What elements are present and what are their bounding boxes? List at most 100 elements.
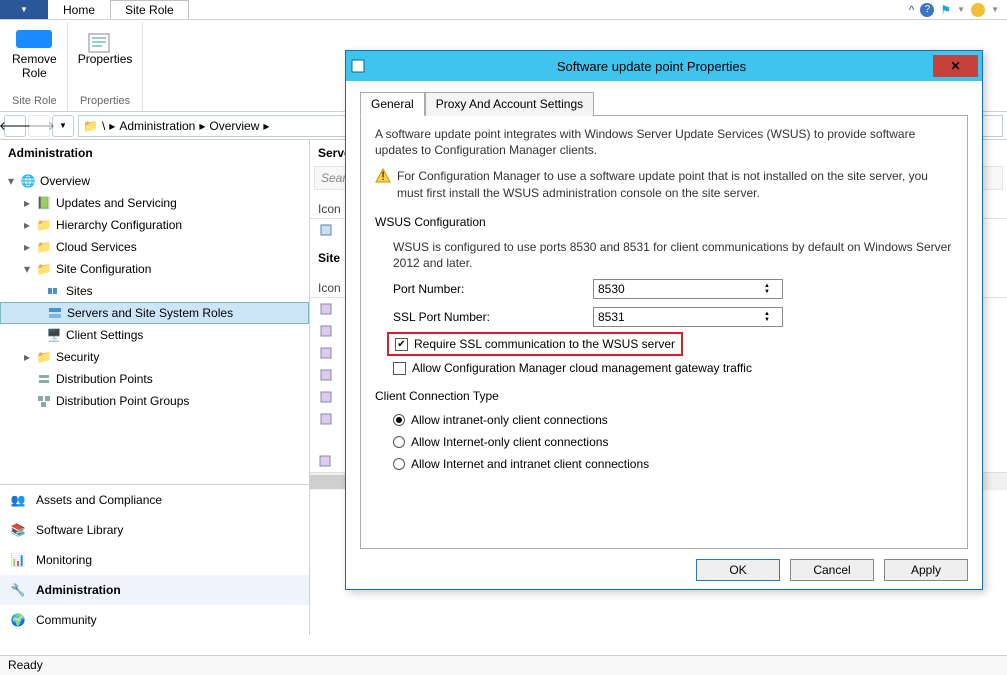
chevron-right-icon: ▸ — [263, 119, 269, 133]
radio-icon — [393, 436, 405, 448]
chevron-right-icon: ▸ — [199, 119, 205, 133]
tree-label: Hierarchy Configuration — [56, 218, 182, 232]
nav-forward-button[interactable]: 🡒 — [28, 115, 50, 137]
warning-icon: ! — [375, 168, 391, 184]
dpg-icon — [36, 393, 52, 409]
server-icon — [318, 222, 334, 238]
breadcrumb-seg-2[interactable]: Overview — [209, 119, 259, 133]
nav-up-button[interactable]: ▼ — [52, 115, 74, 137]
tree-client[interactable]: 🖥️Client Settings — [0, 324, 309, 346]
radio-label: Allow Internet-only client connections — [411, 435, 608, 449]
checkbox-checked-icon: ✔ — [395, 338, 408, 351]
ssl-port-value: 8531 — [598, 310, 625, 324]
ribbon-group-properties: Properties — [80, 95, 130, 109]
wsus-header: WSUS Configuration — [375, 215, 953, 229]
tree-sites[interactable]: Sites — [0, 280, 309, 302]
radio-internet-only[interactable]: Allow Internet-only client connections — [393, 435, 953, 449]
tree-label: Security — [56, 350, 99, 364]
system-menu[interactable]: ▼ — [0, 0, 48, 19]
apply-button[interactable]: Apply — [884, 559, 968, 581]
tree-cloud[interactable]: ▸📁Cloud Services — [0, 236, 309, 258]
tree-label: Site Configuration — [56, 262, 151, 276]
tab-home[interactable]: Home — [48, 0, 110, 19]
tree-dpg[interactable]: Distribution Point Groups — [0, 390, 309, 412]
workspace-label: Assets and Compliance — [36, 493, 162, 507]
remove-role-label: Remove Role — [12, 52, 57, 80]
smile-dropdown-icon[interactable]: ▼ — [991, 5, 999, 14]
workspace-label: Community — [36, 613, 97, 627]
radio-label: Allow Internet and intranet client conne… — [411, 457, 649, 471]
dialog-icon — [346, 59, 370, 73]
tree-label: Overview — [40, 174, 90, 188]
breadcrumb-root-icon: 📁 — [83, 119, 98, 133]
radio-selected-icon — [393, 414, 405, 426]
ssl-port-input[interactable]: 8531 ▲▼ — [593, 307, 783, 327]
remove-role-button[interactable]: Remove Role — [8, 24, 61, 82]
expand-ribbon-icon[interactable]: ^ — [909, 3, 915, 17]
properties-label: Properties — [78, 52, 133, 66]
tree-updates[interactable]: ▸📗Updates and Servicing — [0, 192, 309, 214]
tree-overview[interactable]: ▾🌐Overview — [0, 170, 309, 192]
properties-button[interactable]: Properties — [74, 24, 137, 68]
tree-dp[interactable]: Distribution Points — [0, 368, 309, 390]
allow-gateway-checkbox[interactable]: Allow Configuration Manager cloud manage… — [393, 361, 953, 375]
chevron-right-icon: ▸ — [109, 119, 115, 133]
remove-role-icon — [16, 30, 52, 48]
breadcrumb-seg-1[interactable]: Administration — [119, 119, 195, 133]
workspace-label: Administration — [36, 583, 121, 597]
help-icon[interactable]: ? — [920, 3, 934, 17]
dialog-tab-proxy[interactable]: Proxy And Account Settings — [425, 92, 594, 116]
tree-hierarchy[interactable]: ▸📁Hierarchy Configuration — [0, 214, 309, 236]
tree-label: Client Settings — [66, 328, 143, 342]
dp-icon — [36, 371, 52, 387]
properties-dialog: Software update point Properties ✕ Gener… — [345, 50, 983, 590]
workspace-assets[interactable]: 👥Assets and Compliance — [0, 485, 309, 515]
dialog-warning: For Configuration Manager to use a softw… — [397, 168, 953, 200]
port-input[interactable]: 8530▲▼ — [593, 279, 783, 299]
checkbox-unchecked-icon — [393, 362, 406, 375]
workspace-swlib[interactable]: 📚Software Library — [0, 515, 309, 545]
servers-icon — [47, 305, 63, 321]
cancel-button[interactable]: Cancel — [790, 559, 874, 581]
require-ssl-label: Require SSL communication to the WSUS se… — [414, 337, 675, 351]
ssl-port-label: SSL Port Number: — [393, 310, 593, 324]
tree-label: Sites — [66, 284, 93, 298]
close-button[interactable]: ✕ — [933, 55, 978, 77]
svg-text:!: ! — [381, 169, 384, 183]
tab-site-role[interactable]: Site Role — [110, 0, 189, 19]
tree-siteconfig[interactable]: ▾📁Site Configuration — [0, 258, 309, 280]
highlighted-option: ✔ Require SSL communication to the WSUS s… — [387, 332, 683, 356]
workspace-monitor[interactable]: 📊Monitoring — [0, 545, 309, 575]
workspace-label: Monitoring — [36, 553, 92, 567]
tree-label: Distribution Point Groups — [56, 394, 189, 408]
smile-icon[interactable] — [971, 3, 985, 17]
sites-icon — [46, 283, 62, 299]
dialog-tab-general[interactable]: General — [360, 92, 425, 116]
feedback-flag-icon[interactable]: ⚑ — [940, 3, 951, 17]
radio-label: Allow intranet-only client connections — [411, 413, 608, 427]
tree-label: Updates and Servicing — [56, 196, 177, 210]
dialog-intro: A software update point integrates with … — [375, 126, 953, 158]
workspace-admin[interactable]: 🔧Administration — [0, 575, 309, 605]
breadcrumb-seg-0[interactable]: \ — [102, 119, 105, 133]
require-ssl-checkbox[interactable]: ✔ Require SSL communication to the WSUS s… — [395, 337, 675, 351]
radio-icon — [393, 458, 405, 470]
wsus-info: WSUS is configured to use ports 8530 and… — [393, 239, 953, 271]
tree-security[interactable]: ▸📁Security — [0, 346, 309, 368]
spinner-icon[interactable]: ▲▼ — [764, 283, 778, 295]
spinner-icon[interactable]: ▲▼ — [764, 311, 778, 323]
tree-servers[interactable]: Servers and Site System Roles — [0, 302, 309, 324]
port-label: Port Number: — [393, 282, 593, 296]
status-bar: Ready — [0, 655, 1007, 675]
radio-intranet-only[interactable]: Allow intranet-only client connections — [393, 413, 953, 427]
ok-button[interactable]: OK — [696, 559, 780, 581]
client-connection-header: Client Connection Type — [375, 389, 953, 403]
tree-label: Servers and Site System Roles — [67, 306, 233, 320]
dialog-title: Software update point Properties — [370, 59, 933, 74]
workspace-community[interactable]: 🌍Community — [0, 605, 309, 635]
ribbon-group-siterole: Site Role — [12, 95, 57, 109]
allow-gateway-label: Allow Configuration Manager cloud manage… — [412, 361, 752, 375]
properties-icon — [87, 30, 123, 48]
radio-both[interactable]: Allow Internet and intranet client conne… — [393, 457, 953, 471]
flag-dropdown-icon[interactable]: ▼ — [957, 5, 965, 14]
